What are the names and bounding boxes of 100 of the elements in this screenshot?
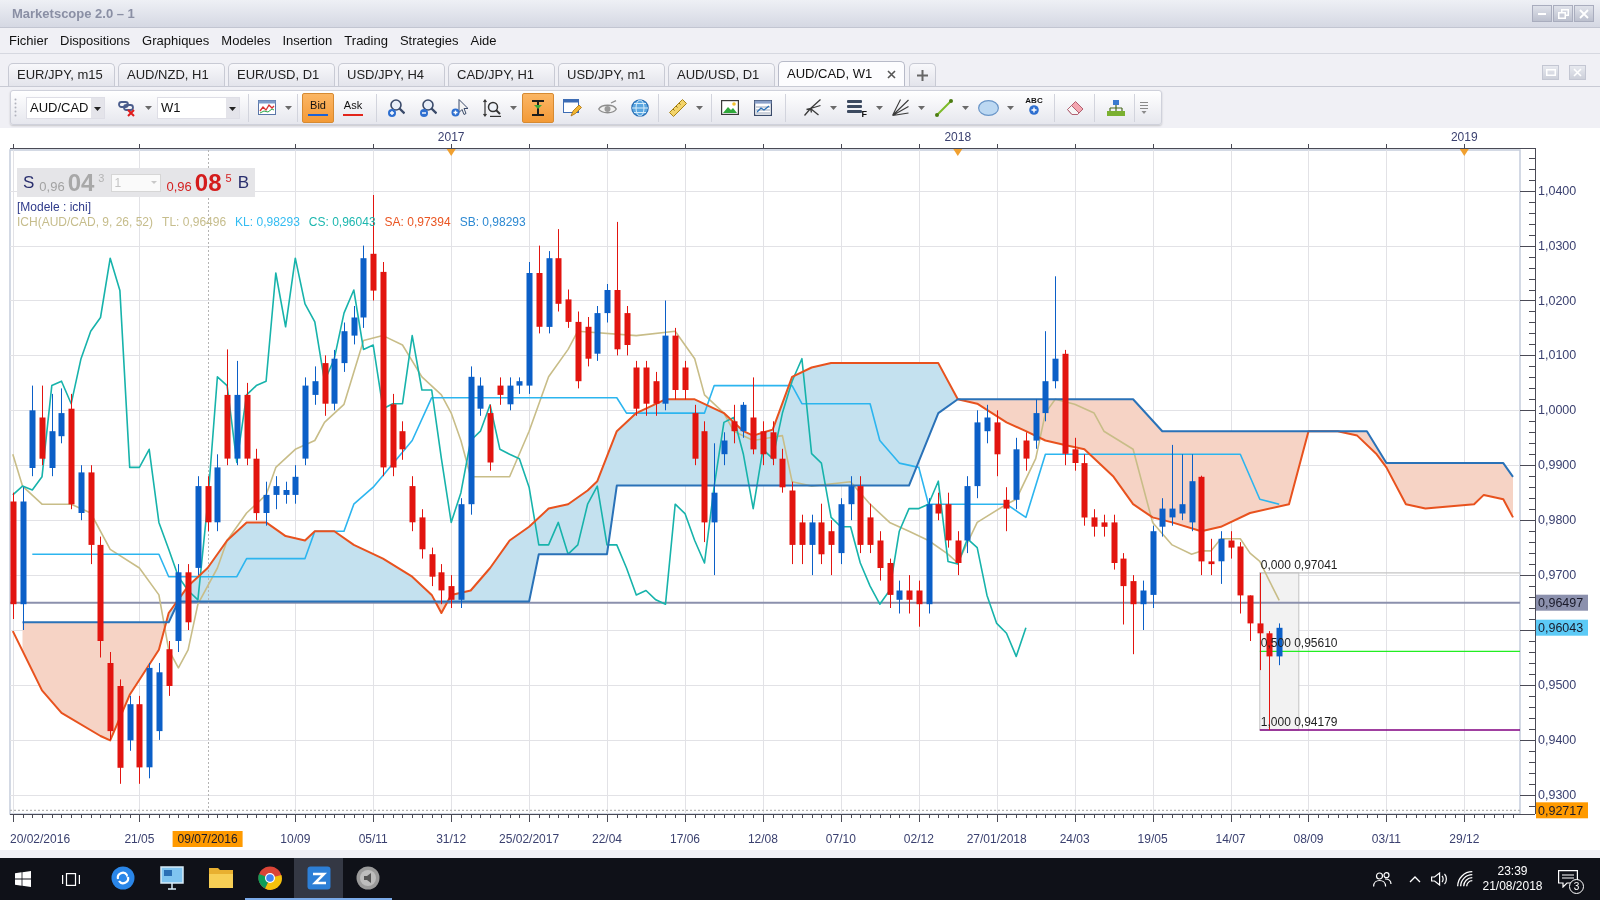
fan-lines-icon[interactable] xyxy=(892,99,909,116)
new-tab-button[interactable] xyxy=(909,63,936,86)
ruler-icon[interactable] xyxy=(669,98,687,117)
caret-icon[interactable] xyxy=(510,105,517,110)
chart-tab[interactable]: AUD/NZD, H1 xyxy=(118,63,225,86)
eraser-icon[interactable] xyxy=(1067,100,1084,115)
window-pencil-icon[interactable] xyxy=(563,98,582,117)
pitchfork-icon[interactable] xyxy=(804,99,821,116)
close-icon[interactable] xyxy=(887,69,896,79)
caret-icon[interactable] xyxy=(876,105,883,110)
chart-tab[interactable]: AUD/CAD, W1 xyxy=(778,61,905,86)
candlestick xyxy=(185,563,192,631)
caret-icon[interactable] xyxy=(962,105,969,110)
caret-icon[interactable] xyxy=(1007,105,1014,110)
candlestick xyxy=(955,530,962,576)
legend-entry: ICH(AUD/CAD, 9, 26, 52) xyxy=(17,215,154,229)
date-axis-label: 25/02/2017 xyxy=(499,832,560,846)
chart-tab[interactable]: USD/JPY, m1 xyxy=(558,63,665,86)
menu-item[interactable]: Aide xyxy=(466,30,501,51)
candlestick xyxy=(448,574,455,609)
candlestick xyxy=(1101,514,1108,538)
image-icon[interactable] xyxy=(721,100,739,115)
timeframe-dropdown[interactable]: W1 xyxy=(157,96,240,119)
wifi-icon[interactable] xyxy=(1456,871,1473,887)
caret-icon[interactable] xyxy=(145,105,152,110)
candlestick xyxy=(887,558,894,609)
chart-tab[interactable]: AUD/USD, D1 xyxy=(668,63,775,86)
menu-item[interactable]: Strategies xyxy=(395,30,463,51)
globe-icon[interactable] xyxy=(631,98,649,117)
candlestick xyxy=(331,349,338,411)
menu-item[interactable]: Insertion xyxy=(278,30,337,51)
candlestick xyxy=(438,563,445,605)
eye-icon[interactable] xyxy=(598,100,617,115)
date-axis-label: 17/06 xyxy=(670,832,700,846)
candlestick xyxy=(477,376,484,417)
clock-date[interactable]: 21/08/2018 xyxy=(1482,879,1543,894)
instrument-dropdown[interactable]: AUD/CAD xyxy=(26,96,105,119)
price-mode-button[interactable]: Ask xyxy=(338,92,368,123)
caret-icon[interactable] xyxy=(918,105,925,110)
hierarchy-icon[interactable] xyxy=(1107,99,1125,116)
candlestick xyxy=(1072,437,1079,472)
line-segment-icon[interactable] xyxy=(935,98,953,117)
folder-icon[interactable] xyxy=(208,866,233,890)
task-view-icon[interactable] xyxy=(61,872,80,886)
price-mode-button[interactable]: Bid xyxy=(302,92,334,123)
menu-item[interactable]: Fichier xyxy=(5,30,52,51)
taskbar-app-button[interactable] xyxy=(294,858,343,900)
date-tag: 09/07/2016 xyxy=(172,831,243,847)
levels-tool-button[interactable]: F xyxy=(847,97,867,118)
chevron-up-icon[interactable] xyxy=(1408,875,1421,883)
cursor-plus-icon[interactable] xyxy=(451,98,468,117)
candlestick xyxy=(828,519,835,576)
menu-item[interactable]: Dispositions xyxy=(56,30,135,51)
zoom-range-icon[interactable] xyxy=(483,98,501,117)
candlestick xyxy=(1140,580,1147,631)
chain-cross-icon[interactable] xyxy=(118,98,136,117)
chart-tab[interactable]: EUR/JPY, m15 xyxy=(8,63,115,86)
candlestick xyxy=(292,464,299,505)
menu-item[interactable]: Modeles xyxy=(217,30,275,51)
chart-tab[interactable]: USD/JPY, H4 xyxy=(338,63,445,86)
candlestick xyxy=(1111,514,1118,571)
price-axis-label: 0,9400 xyxy=(1538,732,1577,747)
line-chart-icon[interactable] xyxy=(258,100,276,115)
zoom-out-icon[interactable] xyxy=(419,98,437,117)
legend-entry: SB: 0,98293 xyxy=(459,215,526,229)
price-axis-label: 1,0300 xyxy=(1538,238,1577,253)
candlestick xyxy=(594,305,601,362)
caret-icon[interactable] xyxy=(285,105,292,110)
speech-bubble-icon[interactable] xyxy=(1558,870,1578,888)
candlestick xyxy=(205,475,212,532)
browser-icon xyxy=(257,866,282,890)
candlestick xyxy=(341,322,348,373)
chart-tab[interactable]: EUR/USD, D1 xyxy=(228,63,335,86)
caret-icon[interactable] xyxy=(830,105,837,110)
legend-entry: KL: 0,98293 xyxy=(235,215,300,229)
text-tool-button[interactable]: ABC xyxy=(1023,95,1045,120)
speaker-disc-icon xyxy=(355,866,380,890)
candlestick xyxy=(1208,538,1215,576)
monitor-icon[interactable] xyxy=(159,866,184,890)
chart-window-icon[interactable] xyxy=(754,99,772,116)
i-beam-icon xyxy=(532,99,544,116)
stacked-bars-icon xyxy=(847,99,862,113)
menu-item[interactable]: Graphiques xyxy=(138,30,214,51)
windows-logo-icon[interactable] xyxy=(15,871,31,887)
overflow-icon[interactable] xyxy=(1140,101,1148,114)
chart-tab[interactable]: CAD/JPY, H1 xyxy=(448,63,555,86)
zoom-in-icon[interactable] xyxy=(387,98,405,117)
clock-time[interactable]: 23:39 xyxy=(1497,864,1528,879)
caret-icon[interactable] xyxy=(696,105,703,110)
price-axis-label: 0,9900 xyxy=(1538,458,1577,473)
ref-line-label: 0,96497 xyxy=(1538,596,1584,611)
menu-item[interactable]: Trading xyxy=(340,30,392,51)
year-marker-icon xyxy=(953,149,963,156)
volume-icon[interactable] xyxy=(1431,872,1448,886)
people-icon[interactable] xyxy=(1372,871,1392,887)
ellipse-icon[interactable] xyxy=(978,99,999,116)
cursor-mode-button[interactable] xyxy=(522,92,554,123)
circular-arrows-icon[interactable] xyxy=(110,866,135,890)
year-label: 2019 xyxy=(1450,130,1478,144)
candlestick xyxy=(984,404,991,444)
